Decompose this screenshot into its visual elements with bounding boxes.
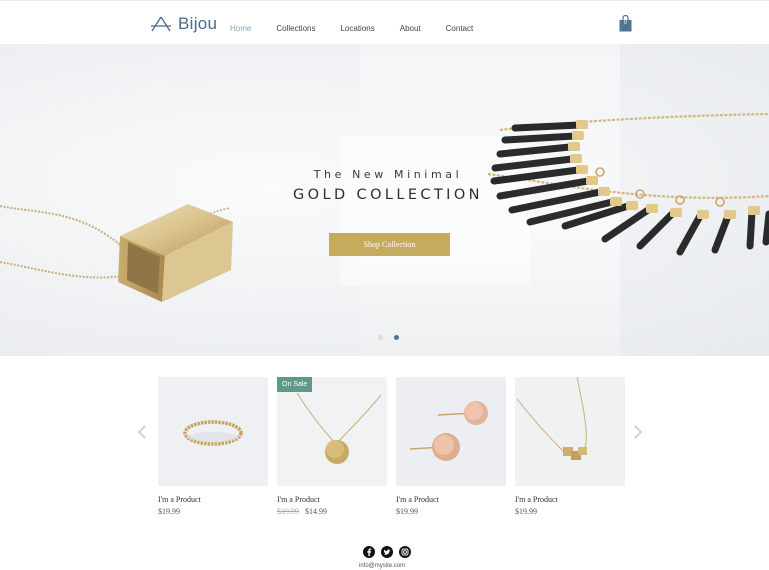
product-name[interactable]: I'm a Product bbox=[158, 495, 268, 504]
gallery-prev-arrow-icon[interactable] bbox=[137, 424, 147, 440]
slide-dot-1[interactable] bbox=[378, 334, 383, 340]
twitter-icon[interactable] bbox=[381, 546, 393, 558]
product-price: $19.99 bbox=[158, 507, 268, 516]
footer-email[interactable]: info@mysite.com bbox=[359, 563, 405, 569]
product-name[interactable]: I'm a Product bbox=[515, 495, 625, 504]
logo-text: Bijou bbox=[178, 14, 218, 33]
original-price: $19.99 bbox=[277, 507, 299, 516]
slide-indicators bbox=[378, 334, 399, 340]
pendant-necklace-image bbox=[515, 377, 625, 486]
social-bar bbox=[363, 546, 411, 558]
product-image[interactable]: On Sale bbox=[277, 377, 387, 486]
sale-badge: On Sale bbox=[277, 377, 313, 392]
product-name[interactable]: I'm a Product bbox=[396, 495, 506, 504]
ring-image bbox=[158, 377, 268, 486]
product-price: $19.99 $14.99 bbox=[277, 507, 387, 516]
price: $19.99 bbox=[158, 507, 180, 516]
disc-necklace-image bbox=[277, 377, 387, 486]
slide-dot-2[interactable] bbox=[394, 334, 399, 340]
main-nav: Home Collections Locations About Contact bbox=[230, 21, 498, 35]
product-image[interactable] bbox=[396, 377, 506, 486]
gallery-next-arrow-icon[interactable] bbox=[633, 424, 643, 440]
instagram-icon[interactable] bbox=[399, 546, 411, 558]
nav-contact[interactable]: Contact bbox=[446, 24, 474, 33]
shop-collection-button[interactable]: Shop Collection bbox=[329, 233, 450, 256]
price: $19.99 bbox=[515, 507, 537, 516]
cart-button[interactable]: 0 bbox=[619, 14, 632, 32]
product-card[interactable]: On Sale I'm a Product $19.99 $14.99 bbox=[277, 377, 387, 516]
price: $19.99 bbox=[396, 507, 418, 516]
product-card[interactable]: I'm a Product $19.99 bbox=[158, 377, 268, 516]
product-card[interactable]: I'm a Product $19.99 bbox=[515, 377, 625, 516]
logo-mark-icon bbox=[151, 16, 171, 32]
cart-count: 0 bbox=[623, 20, 628, 26]
hero-title: GOLD COLLECTION bbox=[293, 187, 483, 203]
product-price: $19.99 bbox=[515, 507, 625, 516]
hero-slideshow: The New Minimal GOLD COLLECTION Shop Col… bbox=[0, 44, 769, 356]
nav-home[interactable]: Home bbox=[230, 24, 251, 33]
product-card[interactable]: I'm a Product $19.99 bbox=[396, 377, 506, 516]
product-name[interactable]: I'm a Product bbox=[277, 495, 387, 504]
nav-about[interactable]: About bbox=[400, 24, 421, 33]
logo[interactable]: Bijou bbox=[150, 13, 217, 35]
site-header: Bijou Home Collections Locations About C… bbox=[0, 0, 769, 44]
hero-subtitle: The New Minimal bbox=[313, 168, 463, 181]
product-image[interactable] bbox=[158, 377, 268, 486]
product-image[interactable] bbox=[515, 377, 625, 486]
facebook-icon[interactable] bbox=[363, 546, 375, 558]
stud-earrings-image bbox=[396, 377, 506, 486]
product-price: $19.99 bbox=[396, 507, 506, 516]
nav-locations[interactable]: Locations bbox=[340, 24, 374, 33]
sale-price: $14.99 bbox=[305, 507, 327, 516]
nav-collections[interactable]: Collections bbox=[276, 24, 315, 33]
